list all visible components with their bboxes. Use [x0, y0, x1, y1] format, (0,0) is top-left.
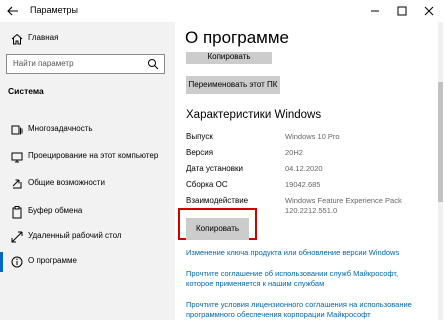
sidebar-item-label: Буфер обмена [28, 206, 83, 215]
change-product-key-link[interactable]: Изменение ключа продукта или обновление … [186, 248, 399, 257]
sidebar-item-label: Главная [28, 33, 59, 42]
spec-label-version: Версия [186, 148, 214, 157]
license-terms-link[interactable]: Прочтите условия лицензионного соглашени… [186, 300, 412, 309]
back-arrow-icon[interactable] [6, 4, 20, 18]
clipboard-icon [12, 206, 22, 219]
sidebar-item-about[interactable]: О программе [0, 252, 175, 272]
remote-desktop-icon [11, 231, 23, 243]
spec-value-install-date: 04.12.2020 [285, 164, 323, 173]
sidebar-item-multitasking[interactable]: Многозадачность [0, 120, 175, 140]
page-title: О программе [185, 28, 290, 47]
copy-windows-specs-button[interactable]: Копировать [186, 218, 249, 240]
multitasking-icon [11, 125, 23, 135]
spec-label-experience: Взаимодействие [186, 196, 249, 205]
info-icon [11, 256, 23, 268]
search-placeholder: Найти параметр [13, 59, 74, 68]
spec-label-install-date: Дата установки [186, 164, 243, 173]
spec-value-version: 20H2 [285, 148, 303, 157]
search-icon[interactable] [147, 58, 159, 70]
shared-experiences-icon [12, 179, 22, 189]
sidebar-item-label: О программе [28, 256, 77, 265]
search-input[interactable]: Найти параметр [6, 54, 165, 74]
copy-device-specs-button[interactable]: Копировать [186, 52, 272, 64]
spec-label-edition: Выпуск [186, 132, 213, 141]
title-bar: Параметры [0, 0, 444, 22]
sidebar-section-title: Система [8, 86, 44, 96]
minimize-icon[interactable] [367, 3, 383, 19]
sidebar-item-remote-desktop[interactable]: Удаленный рабочий стол [0, 227, 175, 247]
settings-window: Параметры Главная Найти параметр Система [0, 0, 444, 320]
projecting-icon [11, 152, 23, 163]
license-terms-link-line2[interactable]: программного обеспечения корпорации Майк… [186, 310, 371, 319]
sidebar-item-shared-experiences[interactable]: Общие возможности [0, 174, 175, 194]
windows-specs-heading: Характеристики Windows [186, 109, 322, 121]
services-agreement-link[interactable]: Прочтите соглашение об использовании слу… [186, 269, 398, 278]
sidebar-item-clipboard[interactable]: Буфер обмена [0, 202, 175, 222]
sidebar: Главная Найти параметр Система Многозада… [0, 22, 175, 320]
sidebar-item-projecting[interactable]: Проецирование на этот компьютер [0, 147, 175, 167]
services-agreement-link-line2[interactable]: которое применяется к нашим службам [186, 279, 324, 288]
window-title: Параметры [30, 5, 78, 15]
spec-value-os-build: 19042.685 [285, 180, 321, 189]
spec-value-experience: Windows Feature Experience Pack [285, 196, 402, 205]
sidebar-item-label: Общие возможности [28, 178, 105, 187]
spec-value-edition: Windows 10 Pro [285, 132, 340, 141]
sidebar-item-label: Многозадачность [28, 124, 93, 133]
sidebar-item-home[interactable]: Главная [0, 29, 175, 49]
scrollbar[interactable] [438, 22, 443, 320]
close-icon[interactable] [421, 3, 437, 19]
maximize-icon[interactable] [394, 3, 410, 19]
spec-label-os-build: Сборка ОС [186, 180, 228, 189]
home-icon [11, 33, 23, 45]
sidebar-item-label: Удаленный рабочий стол [28, 231, 122, 240]
main-content: О программе Копировать Переименовать это… [175, 22, 444, 320]
spec-value-experience-version: 120.2212.551.0 [285, 206, 338, 215]
scrollbar-thumb[interactable] [438, 82, 443, 202]
rename-pc-button[interactable]: Переименовать этот ПК [186, 76, 280, 94]
sidebar-item-label: Проецирование на этот компьютер [28, 151, 159, 160]
